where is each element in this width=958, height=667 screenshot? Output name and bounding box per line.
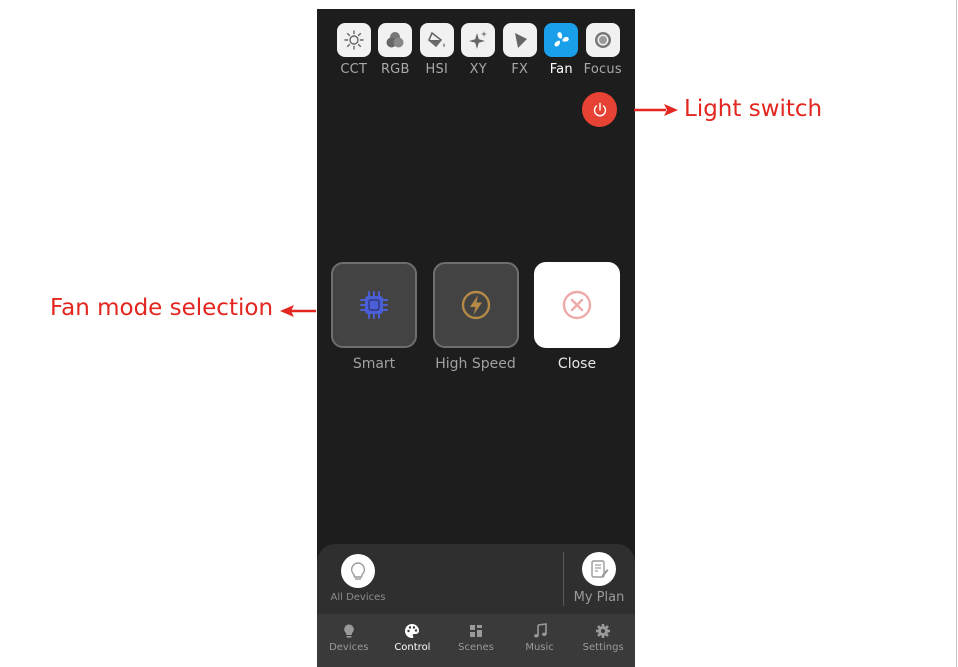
all-devices-button[interactable]: All Devices [330, 554, 386, 603]
mode-tab-label: XY [469, 62, 487, 77]
music-note-icon [533, 623, 547, 638]
chip-icon [331, 262, 417, 348]
fan-mode-close[interactable]: Close [534, 262, 620, 372]
sun-icon [336, 23, 371, 57]
tab-label: Control [394, 642, 431, 653]
tab-music[interactable]: Music [508, 614, 572, 667]
fan-mode-selector: Smart High Speed Close [331, 262, 635, 372]
mode-tab-label: RGB [380, 62, 410, 77]
mode-tab-fx[interactable]: FX [499, 23, 541, 77]
fan-mode-selection-annotation: Fan mode selection [50, 295, 274, 321]
mode-tab-xy[interactable]: XY [458, 23, 500, 77]
mode-tab-label: FX [511, 62, 529, 77]
gear-icon [596, 624, 611, 638]
fan-mode-arrow [280, 305, 316, 317]
bottom-device-panel: All Devices My Plan [317, 544, 635, 614]
mode-tab-label: Focus [583, 62, 622, 77]
color-circles-icon [378, 23, 413, 57]
fx-triangle-icon [502, 23, 537, 57]
light-switch-annotation: Light switch [684, 96, 823, 122]
fan-mode-label: Smart [352, 356, 396, 372]
fan-mode-label: Close [557, 356, 597, 372]
power-icon [593, 102, 606, 116]
fan-mode-smart[interactable]: Smart [331, 262, 417, 372]
notepad-icon [582, 552, 616, 586]
tab-label: Scenes [458, 642, 494, 653]
mode-tab-bar: CCT RGB HSI XY FX Fan Focus [333, 23, 624, 77]
focus-ring-icon [585, 23, 620, 57]
mode-tab-cct[interactable]: CCT [333, 23, 375, 77]
paint-bucket-icon [419, 23, 454, 57]
mode-tab-label: Fan [549, 62, 573, 77]
bulb-icon [344, 624, 354, 638]
bulb-outline-icon [341, 554, 375, 588]
grid-icon [469, 625, 482, 637]
panel-divider [563, 552, 564, 606]
mode-tab-fan[interactable]: Fan [541, 23, 583, 77]
mode-tab-label: HSI [425, 62, 448, 77]
close-circle-icon [534, 262, 620, 348]
screen-edge-divider [956, 0, 957, 667]
tab-scenes[interactable]: Scenes [444, 614, 508, 667]
fan-mode-label: High Speed [435, 356, 516, 372]
sparkle-icon [461, 23, 496, 57]
bottom-tab-bar: Devices Control Scenes Music Settings [317, 614, 635, 667]
fan-mode-high-speed[interactable]: High Speed [432, 262, 519, 372]
tab-control[interactable]: Control [381, 614, 445, 667]
mode-tab-hsi[interactable]: HSI [416, 23, 458, 77]
all-devices-label: All Devices [330, 592, 386, 603]
light-power-button[interactable] [582, 92, 617, 127]
mode-tab-rgb[interactable]: RGB [375, 23, 417, 77]
tab-label: Music [525, 642, 554, 653]
my-plan-button[interactable]: My Plan [571, 552, 627, 605]
phone-screen: CCT RGB HSI XY FX Fan Focus Smart High S… [317, 9, 635, 667]
lightning-icon [432, 262, 519, 348]
fan-icon [544, 23, 579, 57]
mode-tab-label: CCT [340, 62, 368, 77]
tab-settings[interactable]: Settings [571, 614, 635, 667]
my-plan-label: My Plan [573, 590, 625, 605]
tab-devices[interactable]: Devices [317, 614, 381, 667]
tab-label: Settings [582, 642, 624, 653]
tab-label: Devices [329, 642, 369, 653]
light-switch-arrow [634, 104, 678, 116]
palette-icon [405, 624, 420, 638]
mode-tab-focus[interactable]: Focus [582, 23, 624, 77]
